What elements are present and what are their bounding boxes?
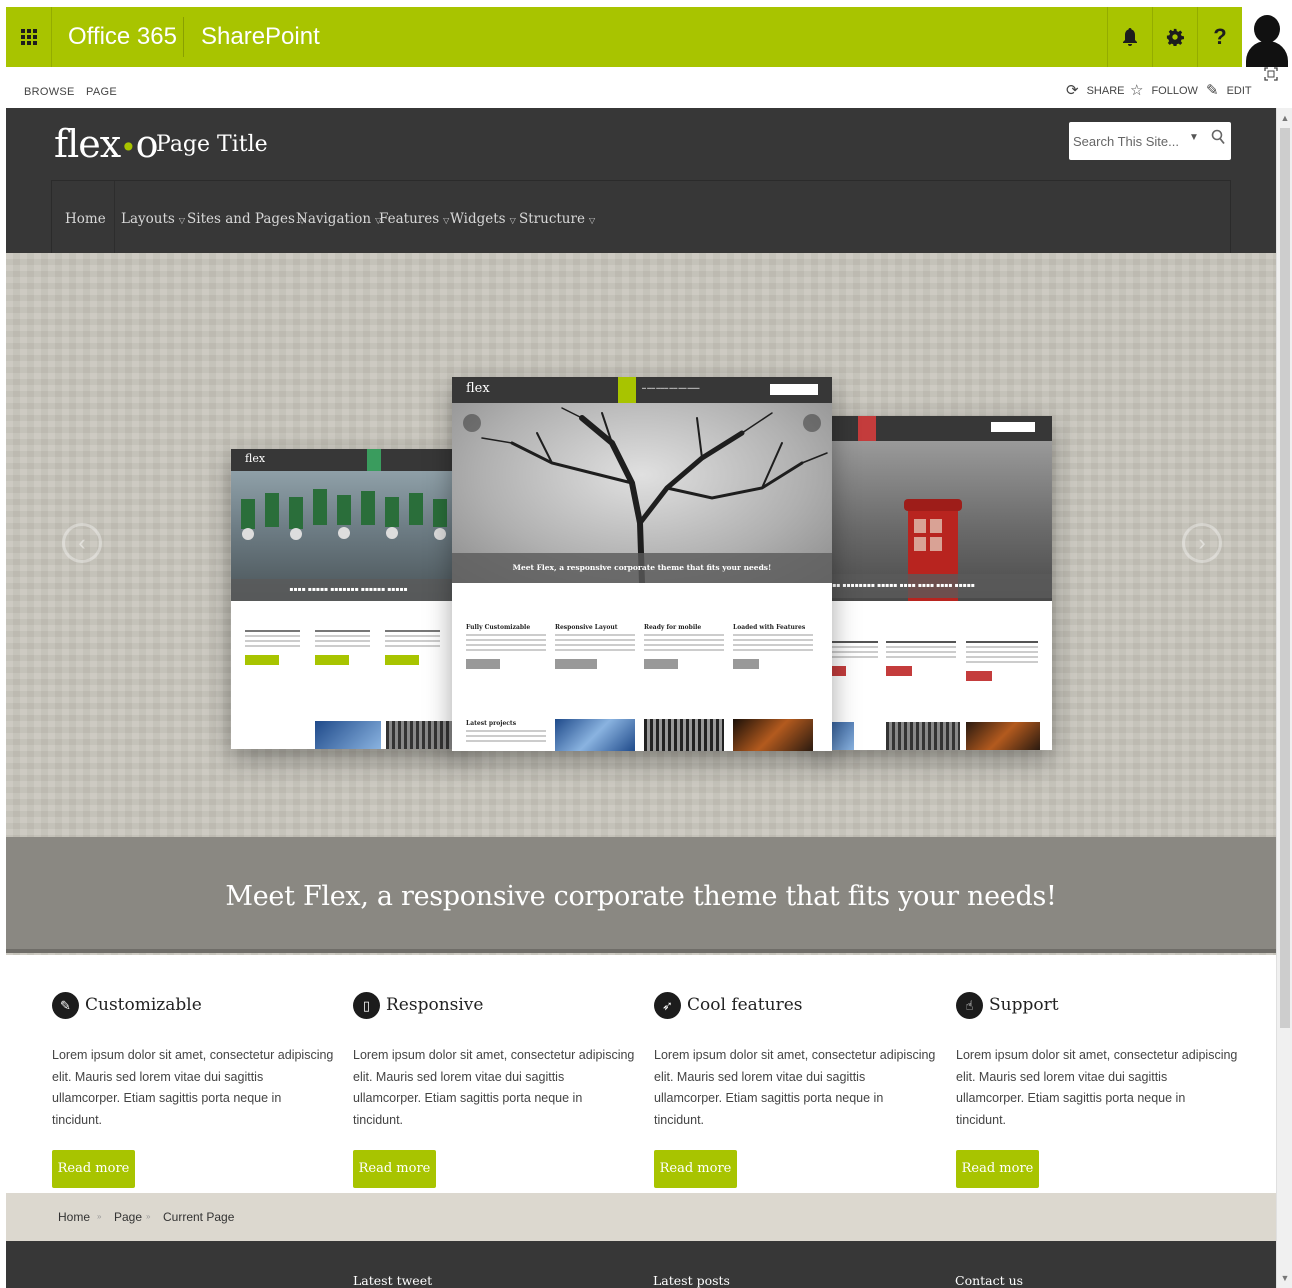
avatar[interactable] — [1242, 7, 1292, 67]
footer-heading-posts: Latest posts — [653, 1273, 730, 1288]
page-scrollbar[interactable]: ▲ ▼ — [1276, 108, 1292, 1288]
scroll-up-arrow-icon[interactable]: ▲ — [1277, 110, 1292, 126]
chevron-down-icon: ▽ — [509, 216, 516, 225]
waffle-icon — [20, 29, 37, 45]
gear-icon — [1166, 28, 1184, 46]
nav-item-home[interactable]: Home — [65, 181, 106, 254]
nav-item-label: Structure — [519, 211, 585, 227]
breadcrumb-page[interactable]: Page — [114, 1193, 142, 1241]
nav-item-layouts[interactable]: Layouts ▽ — [121, 181, 185, 254]
read-more-button[interactable]: Read more — [52, 1150, 135, 1188]
read-more-button[interactable]: Read more — [353, 1150, 436, 1188]
mockup-center: flex ▬ ▬▬ ▬▬▬ ▬▬ ▬▬ ▬▬▬ Meet Flex, a res… — [452, 377, 832, 751]
help-icon: ? — [1213, 24, 1227, 49]
mobile-icon: ▯ — [353, 992, 380, 1019]
nav-item-navigation[interactable]: Navigation ▽ — [296, 181, 381, 254]
notifications-button[interactable] — [1107, 7, 1152, 67]
slider-prev-button[interactable]: ‹ — [62, 523, 102, 563]
page-title: Page Title — [156, 132, 268, 157]
breadcrumb: Home » Page » Current Page — [6, 1193, 1276, 1241]
feature-text: Lorem ipsum dolor sit amet, consectetur … — [956, 1048, 1238, 1127]
app-launcher-button[interactable] — [6, 7, 52, 67]
logo-tail: o — [135, 122, 159, 166]
focus-icon — [1264, 67, 1278, 81]
settings-button[interactable] — [1152, 7, 1197, 67]
feature-title: Support — [989, 995, 1059, 1015]
thumbs-up-icon: ☝ — [956, 992, 983, 1019]
slide-caption: Meet Flex, a responsive corporate theme … — [225, 881, 1057, 912]
search-input[interactable] — [1073, 122, 1183, 160]
ribbon-bar: BROWSE PAGE ⟳ SHARE ☆ FOLLOW ✎ EDIT — [6, 67, 1292, 108]
suite-bar-divider — [183, 17, 184, 57]
read-more-button[interactable]: Read more — [654, 1150, 737, 1188]
search-scope-dropdown-icon[interactable]: ▼ — [1189, 132, 1199, 143]
scroll-down-arrow-icon[interactable]: ▼ — [1277, 1270, 1292, 1286]
read-more-button[interactable]: Read more — [956, 1150, 1039, 1188]
bell-icon — [1123, 28, 1137, 46]
mockup-col-title: Loaded with Features — [733, 624, 806, 631]
logo-dot: • — [120, 131, 136, 164]
mockup-right: ▪▪▪▪▪ ▪▪▪▪▪▪▪▪ ▪▪▪▪▪ ▪▪▪▪ ▪▪▪▪ ▪▪▪▪ ▪▪▪▪… — [816, 416, 1052, 750]
scroll-thumb[interactable] — [1280, 128, 1290, 1028]
feature-title: Responsive — [386, 995, 484, 1015]
suite-bar: Office 365 SharePoint ? — [6, 7, 1292, 67]
chevron-down-icon: ▽ — [443, 216, 450, 225]
nav-item-label: Home — [65, 211, 106, 227]
mockup-caption: Meet Flex, a responsive corporate theme … — [452, 553, 832, 583]
nav-item-label: Sites and Pages — [187, 211, 295, 227]
sharepoint-app-link[interactable]: SharePoint — [201, 7, 320, 67]
footer-heading-tweet: Latest tweet — [353, 1273, 433, 1288]
slider-next-button[interactable]: › — [1182, 523, 1222, 563]
nav-item-label: Layouts — [121, 211, 175, 227]
breadcrumb-current: Current Page — [163, 1210, 235, 1224]
nav-item-label: Features — [379, 211, 440, 227]
nav-item-label: Navigation — [296, 211, 372, 227]
mockup-col-title: Fully Customizable — [466, 624, 531, 631]
mockup-left-logo: flex — [245, 452, 266, 465]
top-navigation: Home Layouts ▽ Sites and Pages ▽ Navigatio… — [51, 180, 1231, 254]
nav-item-label: Widgets — [450, 211, 506, 227]
hero-slider: ‹ › flex ▪▪▪▪ ▪▪▪▪▪ ▪▪▪▪▪▪▪ ▪▪▪▪▪▪ ▪▪▪▪▪… — [6, 253, 1276, 955]
site-header: flex•o Page Title ▼ Home Layouts▽ Sites … — [6, 108, 1276, 254]
site-logo[interactable]: flex•o — [54, 122, 159, 166]
breadcrumb-home[interactable]: Home — [58, 1193, 90, 1241]
nav-item-widgets[interactable]: Widgets ▽ — [450, 181, 516, 254]
mockup-col-title: Ready for mobile — [644, 624, 702, 631]
chevron-down-icon: ▽ — [178, 216, 185, 225]
nav-item-structure[interactable]: Structure ▽ — [519, 181, 595, 254]
feature-text: Lorem ipsum dolor sit amet, consectetur … — [353, 1048, 635, 1127]
nav-item-features[interactable]: Features ▽ — [379, 181, 449, 254]
site-search: ▼ — [1069, 122, 1231, 160]
footer-heading-contact: Contact us — [955, 1273, 1024, 1288]
mockup-left: flex ▪▪▪▪ ▪▪▪▪▪ ▪▪▪▪▪▪▪ ▪▪▪▪▪▪ ▪▪▪▪▪ — [231, 449, 466, 749]
mockup-latest-title: Latest projects — [466, 720, 517, 727]
chevron-down-icon: ▽ — [588, 216, 596, 225]
rocket-icon: ➶ — [654, 992, 681, 1019]
focus-content-button[interactable] — [1264, 67, 1278, 81]
mockup-col-title: Responsive Layout — [555, 624, 618, 631]
mockup-center-logo: flex — [466, 381, 490, 396]
breadcrumb-separator: » — [146, 1212, 151, 1221]
logo-main: flex — [54, 122, 121, 166]
nav-item-sites-and-pages[interactable]: Sites and Pages ▽ — [187, 181, 305, 254]
feature-text: Lorem ipsum dolor sit amet, consectetur … — [654, 1048, 936, 1127]
feature-title: Customizable — [85, 995, 202, 1015]
search-icon[interactable] — [1211, 129, 1225, 150]
breadcrumb-separator: » — [97, 1212, 102, 1221]
wand-icon: ✎ — [52, 992, 79, 1019]
feature-text: Lorem ipsum dolor sit amet, consectetur … — [52, 1048, 334, 1127]
site-footer: Latest tweet Latest posts Contact us — [6, 1241, 1276, 1288]
office-365-brand[interactable]: Office 365 — [68, 7, 177, 67]
help-button[interactable]: ? — [1197, 7, 1242, 67]
feature-title: Cool features — [687, 995, 803, 1015]
slide-caption-band: Meet Flex, a responsive corporate theme … — [6, 837, 1276, 953]
